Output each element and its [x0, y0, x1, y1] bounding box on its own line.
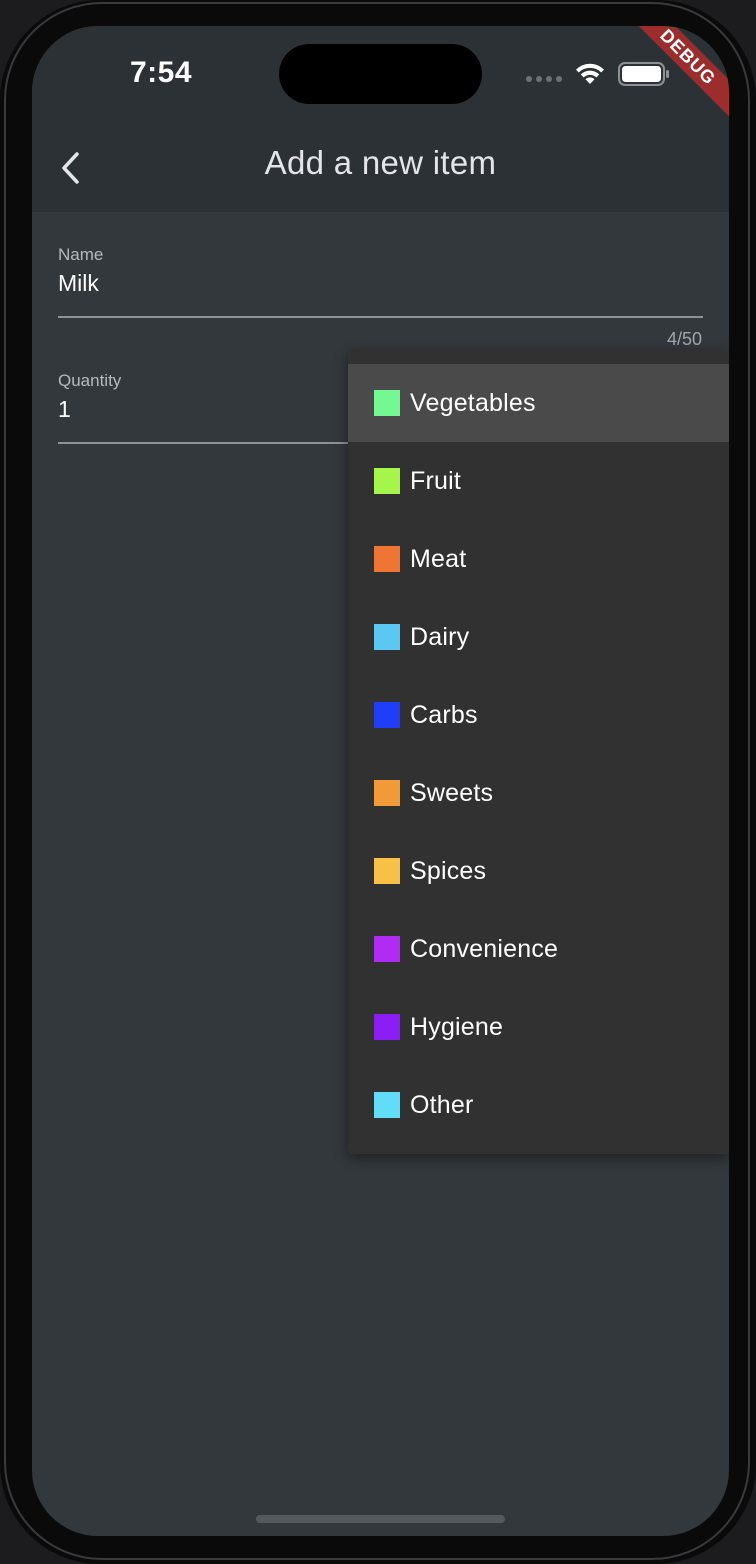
dropdown-option-vegetables[interactable]: Vegetables	[348, 364, 729, 442]
dropdown-option-carbs[interactable]: Carbs	[348, 676, 729, 754]
name-character-counter: 4/50	[666, 329, 702, 349]
category-color-swatch	[374, 936, 400, 962]
name-field[interactable]: Name Milk	[58, 245, 703, 318]
quantity-field-label: Quantity	[58, 371, 122, 390]
dropdown-option-fruit[interactable]: Fruit	[348, 442, 729, 520]
dropdown-option-convenience[interactable]: Convenience	[348, 910, 729, 988]
dropdown-option-hygiene[interactable]: Hygiene	[348, 988, 729, 1066]
quantity-field-underline	[58, 442, 358, 444]
app-screen: 7:54 DEBUG Add a new item Name Milk 4/50…	[32, 26, 729, 1536]
dropdown-option-label: Spices	[410, 856, 487, 885]
category-color-swatch	[374, 1092, 400, 1118]
dropdown-option-spices[interactable]: Spices	[348, 832, 729, 910]
dropdown-option-label: Carbs	[410, 700, 478, 729]
name-input[interactable]: Milk	[58, 269, 703, 297]
category-dropdown-menu: Vegetables Fruit Meat Dairy Carbs Sweets Spice…	[348, 350, 729, 1154]
dropdown-option-label: Hygiene	[410, 1012, 504, 1041]
category-color-swatch	[374, 390, 400, 416]
dropdown-option-other[interactable]: Other	[348, 1066, 729, 1144]
category-color-swatch	[374, 780, 400, 806]
name-field-label: Name	[58, 245, 104, 264]
cellular-signal-icon	[526, 76, 562, 82]
quantity-input[interactable]: 1	[58, 395, 358, 423]
status-time: 7:54	[130, 56, 193, 89]
dropdown-option-label: Vegetables	[410, 388, 536, 417]
home-indicator[interactable]	[256, 1515, 505, 1523]
app-bar: 7:54 DEBUG Add a new item	[32, 26, 729, 212]
dynamic-island	[279, 44, 482, 104]
wifi-icon	[576, 63, 604, 84]
dropdown-option-dairy[interactable]: Dairy	[348, 598, 729, 676]
category-color-swatch	[374, 858, 400, 884]
battery-icon	[618, 62, 669, 86]
dropdown-option-label: Dairy	[410, 622, 470, 651]
dropdown-option-label: Convenience	[410, 934, 559, 963]
dropdown-option-label: Meat	[410, 544, 467, 573]
page-title: Add a new item	[264, 144, 497, 181]
phone-frame: 7:54 DEBUG Add a new item Name Milk 4/50…	[0, 0, 756, 1564]
quantity-field[interactable]: Quantity 1	[58, 371, 358, 444]
category-color-swatch	[374, 1014, 400, 1040]
dropdown-option-sweets[interactable]: Sweets	[348, 754, 729, 832]
dropdown-option-label: Fruit	[410, 466, 461, 495]
dropdown-option-meat[interactable]: Meat	[348, 520, 729, 598]
category-color-swatch	[374, 546, 400, 572]
dropdown-option-label: Sweets	[410, 778, 494, 807]
dropdown-option-label: Other	[410, 1090, 474, 1119]
name-field-underline	[58, 316, 703, 318]
category-color-swatch	[374, 468, 400, 494]
category-color-swatch	[374, 624, 400, 650]
category-color-swatch	[374, 702, 400, 728]
